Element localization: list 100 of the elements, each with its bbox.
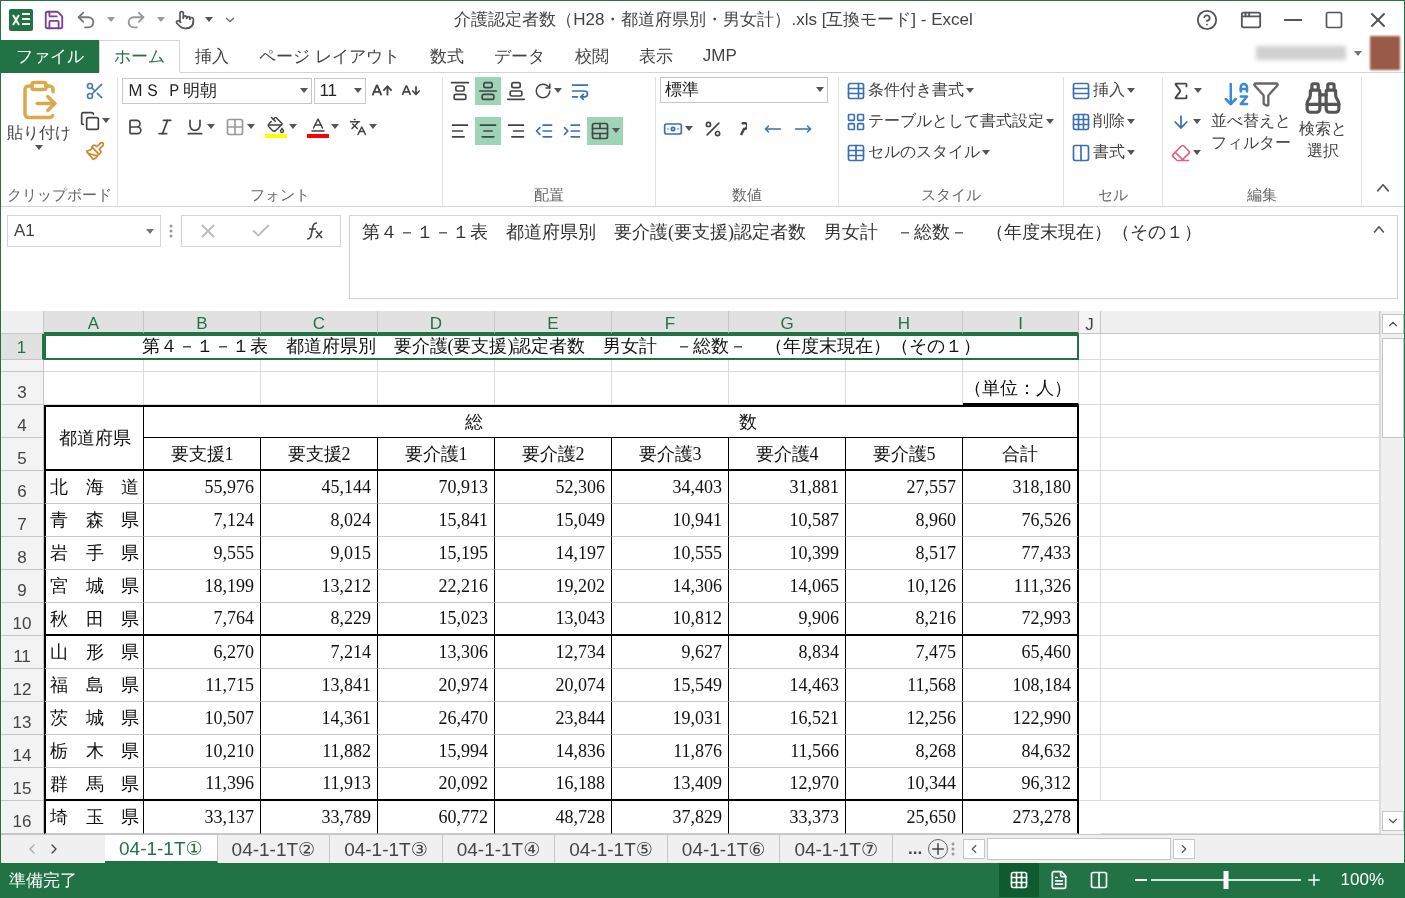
- normal-view-button[interactable]: [998, 863, 1039, 897]
- table-cell[interactable]: 13,212: [261, 570, 378, 604]
- empty-cell[interactable]: [1101, 603, 1380, 637]
- table-cell[interactable]: 18,199: [144, 570, 261, 604]
- table-cell[interactable]: 福 島 県: [44, 669, 144, 703]
- cells-menu-button[interactable]: 書式: [1067, 138, 1138, 167]
- table-cell[interactable]: 33,789: [261, 801, 378, 835]
- table-cell[interactable]: 14,361: [261, 702, 378, 736]
- table-cell[interactable]: 11,566: [729, 735, 846, 769]
- column-header[interactable]: B: [144, 311, 261, 335]
- table-cell[interactable]: 9,906: [729, 603, 846, 637]
- empty-cell[interactable]: [1101, 570, 1380, 604]
- ribbon-tab[interactable]: JMP: [687, 39, 752, 73]
- table-cell[interactable]: 65,460: [963, 636, 1079, 670]
- table-cell[interactable]: 12,734: [495, 636, 612, 670]
- cells-menu-button[interactable]: 削除: [1067, 107, 1138, 136]
- table-cell[interactable]: 14,463: [729, 669, 846, 703]
- table-cell[interactable]: 16,521: [729, 702, 846, 736]
- header-cell[interactable]: 合計: [963, 438, 1079, 472]
- ribbon-tab[interactable]: ページ レイアウト: [244, 39, 415, 73]
- table-cell[interactable]: 15,195: [378, 537, 495, 571]
- row-header[interactable]: 8: [1, 537, 44, 571]
- table-cell[interactable]: 7,214: [261, 636, 378, 670]
- table-cell[interactable]: 8,024: [261, 504, 378, 538]
- table-cell[interactable]: 26,470: [378, 702, 495, 736]
- table-cell[interactable]: 33,137: [144, 801, 261, 835]
- empty-cell[interactable]: [1101, 768, 1380, 802]
- table-cell[interactable]: 10,344: [846, 768, 963, 802]
- row-header[interactable]: 5: [1, 438, 44, 472]
- table-cell[interactable]: 青 森 県: [44, 504, 144, 538]
- empty-cell[interactable]: [1101, 504, 1380, 538]
- table-cell[interactable]: 7,764: [144, 603, 261, 637]
- ribbon-tab[interactable]: 数式: [414, 39, 479, 73]
- paste-button[interactable]: 貼り付け: [5, 76, 73, 185]
- empty-cell[interactable]: [1101, 537, 1380, 571]
- table-cell[interactable]: 19,031: [612, 702, 729, 736]
- more-sheets-button[interactable]: ...: [904, 837, 926, 862]
- table-cell[interactable]: 72,993: [963, 603, 1079, 637]
- empty-cell[interactable]: [1079, 360, 1101, 373]
- style-menu-button[interactable]: テーブルとして書式設定: [842, 107, 1057, 136]
- table-cell[interactable]: 10,587: [729, 504, 846, 538]
- formula-field[interactable]: 第４－１－１表 都道府県別 要介護(要支援)認定者数 男女計 －総数－ （年度末現在）（その１）: [349, 215, 1398, 300]
- table-cell[interactable]: 31,881: [729, 471, 846, 505]
- table-cell[interactable]: 77,433: [963, 537, 1079, 571]
- merged-header-cell[interactable]: 総 数: [144, 405, 1079, 439]
- table-cell[interactable]: 13,306: [378, 636, 495, 670]
- table-cell[interactable]: 14,065: [729, 570, 846, 604]
- empty-cell[interactable]: [1101, 471, 1380, 505]
- header-cell[interactable]: 都道府県: [44, 405, 144, 472]
- table-cell[interactable]: 8,960: [846, 504, 963, 538]
- table-cell[interactable]: 茨 城 県: [44, 702, 144, 736]
- table-cell[interactable]: 栃 木 県: [44, 735, 144, 769]
- header-cell[interactable]: 要介護4: [729, 438, 846, 472]
- merge-center-button[interactable]: [586, 116, 623, 145]
- header-cell[interactable]: 要介護3: [612, 438, 729, 472]
- table-cell[interactable]: 15,049: [495, 504, 612, 538]
- table-cell[interactable]: 10,812: [612, 603, 729, 637]
- table-cell[interactable]: 群 馬 県: [44, 768, 144, 802]
- header-cell[interactable]: 要介護1: [378, 438, 495, 472]
- empty-cell[interactable]: [1101, 669, 1380, 703]
- title-cell[interactable]: 第４－１－１表 都道府県別 要介護(要支援)認定者数 男女計 －総数－ （年度末現在）（その１）: [44, 334, 1079, 361]
- table-cell[interactable]: 60,772: [378, 801, 495, 835]
- table-cell[interactable]: 10,210: [144, 735, 261, 769]
- table-cell[interactable]: 25,650: [846, 801, 963, 835]
- table-cell[interactable]: 14,197: [495, 537, 612, 571]
- table-cell[interactable]: 14,836: [495, 735, 612, 769]
- find-select-button[interactable]: 検索と 選択: [1297, 76, 1350, 185]
- table-cell[interactable]: 9,627: [612, 636, 729, 670]
- table-cell[interactable]: 15,549: [612, 669, 729, 703]
- table-cell[interactable]: 12,256: [846, 702, 963, 736]
- row-header[interactable]: 12: [1, 669, 44, 703]
- row-header[interactable]: 14: [1, 735, 44, 769]
- header-cell[interactable]: 要支援1: [144, 438, 261, 472]
- font-name-field[interactable]: ＭＳ Ｐ明朝: [122, 77, 313, 104]
- table-cell[interactable]: 84,632: [963, 735, 1079, 769]
- table-cell[interactable]: 27,557: [846, 471, 963, 505]
- row-header[interactable]: 6: [1, 471, 44, 505]
- table-cell[interactable]: 6,270: [144, 636, 261, 670]
- column-header[interactable]: C: [261, 311, 378, 335]
- name-box[interactable]: A1: [7, 215, 161, 248]
- table-cell[interactable]: 8,268: [846, 735, 963, 769]
- unit-cell[interactable]: （単位：人）: [963, 372, 1079, 406]
- style-menu-button[interactable]: セルのスタイル: [842, 138, 1057, 167]
- row-header[interactable]: 15: [1, 768, 44, 802]
- table-cell[interactable]: 52,306: [495, 471, 612, 505]
- table-cell[interactable]: 22,216: [378, 570, 495, 604]
- empty-cell[interactable]: [1101, 636, 1380, 670]
- table-cell[interactable]: 埼 玉 県: [44, 801, 144, 835]
- row-header[interactable]: 11: [1, 636, 44, 670]
- ribbon-tab[interactable]: ホーム: [99, 39, 180, 73]
- table-cell[interactable]: 16,188: [495, 768, 612, 802]
- table-cell[interactable]: 15,994: [378, 735, 495, 769]
- empty-cell[interactable]: [1101, 405, 1380, 439]
- table-cell[interactable]: 10,399: [729, 537, 846, 571]
- table-cell[interactable]: 20,092: [378, 768, 495, 802]
- header-cell[interactable]: 要支援2: [261, 438, 378, 472]
- cells-menu-button[interactable]: 挿入: [1067, 76, 1138, 105]
- table-cell[interactable]: 8,216: [846, 603, 963, 637]
- sort-filter-button[interactable]: 並べ替えと フィルター: [1209, 76, 1294, 185]
- table-cell[interactable]: 9,555: [144, 537, 261, 571]
